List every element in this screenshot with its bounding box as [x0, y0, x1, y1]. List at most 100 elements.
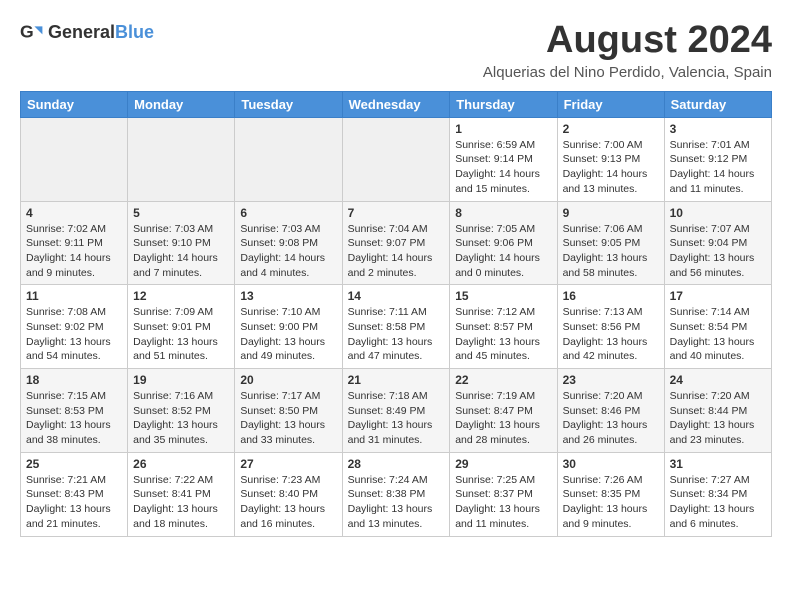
col-thursday: Thursday: [450, 91, 557, 117]
day-info: Sunrise: 7:01 AMSunset: 9:12 PMDaylight:…: [670, 138, 766, 197]
day-info: Sunrise: 7:12 AMSunset: 8:57 PMDaylight:…: [455, 305, 551, 364]
table-cell: 13 Sunrise: 7:10 AMSunset: 9:00 PMDayligh…: [235, 285, 342, 369]
table-cell: 8 Sunrise: 7:05 AMSunset: 9:06 PMDaylight…: [450, 201, 557, 285]
day-info: Sunrise: 7:26 AMSunset: 8:35 PMDaylight:…: [563, 473, 659, 532]
day-info: Sunrise: 7:22 AMSunset: 8:41 PMDaylight:…: [133, 473, 229, 532]
logo-icon: G: [20, 20, 44, 44]
day-info: Sunrise: 7:06 AMSunset: 9:05 PMDaylight:…: [563, 222, 659, 281]
day-info: Sunrise: 7:04 AMSunset: 9:07 PMDaylight:…: [348, 222, 445, 281]
table-cell: 1 Sunrise: 6:59 AMSunset: 9:14 PMDaylight…: [450, 117, 557, 201]
table-cell: [235, 117, 342, 201]
day-info: Sunrise: 7:27 AMSunset: 8:34 PMDaylight:…: [670, 473, 766, 532]
day-number: 28: [348, 457, 445, 471]
day-info: Sunrise: 7:09 AMSunset: 9:01 PMDaylight:…: [133, 305, 229, 364]
day-number: 15: [455, 289, 551, 303]
table-cell: [128, 117, 235, 201]
day-number: 8: [455, 206, 551, 220]
day-number: 29: [455, 457, 551, 471]
day-info: Sunrise: 6:59 AMSunset: 9:14 PMDaylight:…: [455, 138, 551, 197]
day-info: Sunrise: 7:07 AMSunset: 9:04 PMDaylight:…: [670, 222, 766, 281]
table-cell: 23 Sunrise: 7:20 AMSunset: 8:46 PMDayligh…: [557, 369, 664, 453]
table-cell: [21, 117, 128, 201]
day-number: 14: [348, 289, 445, 303]
table-cell: 16 Sunrise: 7:13 AMSunset: 8:56 PMDayligh…: [557, 285, 664, 369]
day-info: Sunrise: 7:05 AMSunset: 9:06 PMDaylight:…: [455, 222, 551, 281]
day-info: Sunrise: 7:21 AMSunset: 8:43 PMDaylight:…: [26, 473, 122, 532]
day-number: 19: [133, 373, 229, 387]
table-cell: 15 Sunrise: 7:12 AMSunset: 8:57 PMDayligh…: [450, 285, 557, 369]
table-cell: 4 Sunrise: 7:02 AMSunset: 9:11 PMDaylight…: [21, 201, 128, 285]
table-cell: 28Sunrise: 7:24 AMSunset: 8:38 PMDayligh…: [342, 452, 450, 536]
location-subtitle: Alquerias del Nino Perdido, Valencia, Sp…: [483, 64, 772, 81]
col-saturday: Saturday: [664, 91, 771, 117]
day-number: 2: [563, 122, 659, 136]
day-number: 12: [133, 289, 229, 303]
day-info: Sunrise: 7:17 AMSunset: 8:50 PMDaylight:…: [240, 389, 336, 448]
week-row-4: 18Sunrise: 7:15 AMSunset: 8:53 PMDayligh…: [21, 369, 772, 453]
table-cell: 9 Sunrise: 7:06 AMSunset: 9:05 PMDaylight…: [557, 201, 664, 285]
table-cell: 29Sunrise: 7:25 AMSunset: 8:37 PMDayligh…: [450, 452, 557, 536]
day-info: Sunrise: 7:13 AMSunset: 8:56 PMDaylight:…: [563, 305, 659, 364]
day-number: 9: [563, 206, 659, 220]
table-cell: 22Sunrise: 7:19 AMSunset: 8:47 PMDayligh…: [450, 369, 557, 453]
day-number: 21: [348, 373, 445, 387]
day-number: 31: [670, 457, 766, 471]
table-cell: 26 Sunrise: 7:22 AMSunset: 8:41 PMDayligh…: [128, 452, 235, 536]
day-number: 23: [563, 373, 659, 387]
table-cell: 12 Sunrise: 7:09 AMSunset: 9:01 PMDayligh…: [128, 285, 235, 369]
day-number: 24: [670, 373, 766, 387]
title-section: August 2024 Alquerias del Nino Perdido, …: [483, 20, 772, 81]
day-number: 30: [563, 457, 659, 471]
day-number: 11: [26, 289, 122, 303]
day-info: Sunrise: 7:00 AMSunset: 9:13 PMDaylight:…: [563, 138, 659, 197]
day-info: Sunrise: 7:03 AMSunset: 9:08 PMDaylight:…: [240, 222, 336, 281]
table-cell: 10Sunrise: 7:07 AMSunset: 9:04 PMDayligh…: [664, 201, 771, 285]
table-cell: 25 Sunrise: 7:21 AMSunset: 8:43 PMDayligh…: [21, 452, 128, 536]
day-info: Sunrise: 7:15 AMSunset: 8:53 PMDaylight:…: [26, 389, 122, 448]
day-number: 5: [133, 206, 229, 220]
table-cell: 14Sunrise: 7:11 AMSunset: 8:58 PMDayligh…: [342, 285, 450, 369]
week-row-2: 4 Sunrise: 7:02 AMSunset: 9:11 PMDaylight…: [21, 201, 772, 285]
table-cell: 21 Sunrise: 7:18 AMSunset: 8:49 PMDayligh…: [342, 369, 450, 453]
day-info: Sunrise: 7:20 AMSunset: 8:46 PMDaylight:…: [563, 389, 659, 448]
day-number: 17: [670, 289, 766, 303]
day-number: 13: [240, 289, 336, 303]
table-cell: 11Sunrise: 7:08 AMSunset: 9:02 PMDayligh…: [21, 285, 128, 369]
day-info: Sunrise: 7:23 AMSunset: 8:40 PMDaylight:…: [240, 473, 336, 532]
week-row-3: 11Sunrise: 7:08 AMSunset: 9:02 PMDayligh…: [21, 285, 772, 369]
day-info: Sunrise: 7:10 AMSunset: 9:00 PMDaylight:…: [240, 305, 336, 364]
day-number: 22: [455, 373, 551, 387]
table-cell: 7 Sunrise: 7:04 AMSunset: 9:07 PMDaylight…: [342, 201, 450, 285]
col-tuesday: Tuesday: [235, 91, 342, 117]
day-number: 1: [455, 122, 551, 136]
day-number: 27: [240, 457, 336, 471]
day-info: Sunrise: 7:18 AMSunset: 8:49 PMDaylight:…: [348, 389, 445, 448]
day-number: 3: [670, 122, 766, 136]
month-year-title: August 2024: [483, 20, 772, 62]
table-cell: 3 Sunrise: 7:01 AMSunset: 9:12 PMDaylight…: [664, 117, 771, 201]
days-of-week-row: Sunday Monday Tuesday Wednesday Thursday…: [21, 91, 772, 117]
table-cell: [342, 117, 450, 201]
day-number: 6: [240, 206, 336, 220]
table-cell: 17 Sunrise: 7:14 AMSunset: 8:54 PMDayligh…: [664, 285, 771, 369]
day-info: Sunrise: 7:03 AMSunset: 9:10 PMDaylight:…: [133, 222, 229, 281]
table-cell: 6 Sunrise: 7:03 AMSunset: 9:08 PMDaylight…: [235, 201, 342, 285]
day-number: 4: [26, 206, 122, 220]
table-cell: 2 Sunrise: 7:00 AMSunset: 9:13 PMDaylight…: [557, 117, 664, 201]
day-number: 25: [26, 457, 122, 471]
day-number: 7: [348, 206, 445, 220]
day-number: 26: [133, 457, 229, 471]
week-row-5: 25 Sunrise: 7:21 AMSunset: 8:43 PMDayligh…: [21, 452, 772, 536]
page-header: G GeneralBlue August 2024 Alquerias del …: [20, 20, 772, 81]
logo: G GeneralBlue: [20, 20, 154, 44]
day-info: Sunrise: 7:02 AMSunset: 9:11 PMDaylight:…: [26, 222, 122, 281]
col-friday: Friday: [557, 91, 664, 117]
svg-text:G: G: [20, 22, 34, 42]
table-cell: 27 Sunrise: 7:23 AMSunset: 8:40 PMDayligh…: [235, 452, 342, 536]
day-info: Sunrise: 7:14 AMSunset: 8:54 PMDaylight:…: [670, 305, 766, 364]
day-number: 16: [563, 289, 659, 303]
logo-blue-text: Blue: [115, 22, 154, 42]
calendar-table: Sunday Monday Tuesday Wednesday Thursday…: [20, 91, 772, 537]
table-cell: 30 Sunrise: 7:26 AMSunset: 8:35 PMDayligh…: [557, 452, 664, 536]
table-cell: 5 Sunrise: 7:03 AMSunset: 9:10 PMDaylight…: [128, 201, 235, 285]
